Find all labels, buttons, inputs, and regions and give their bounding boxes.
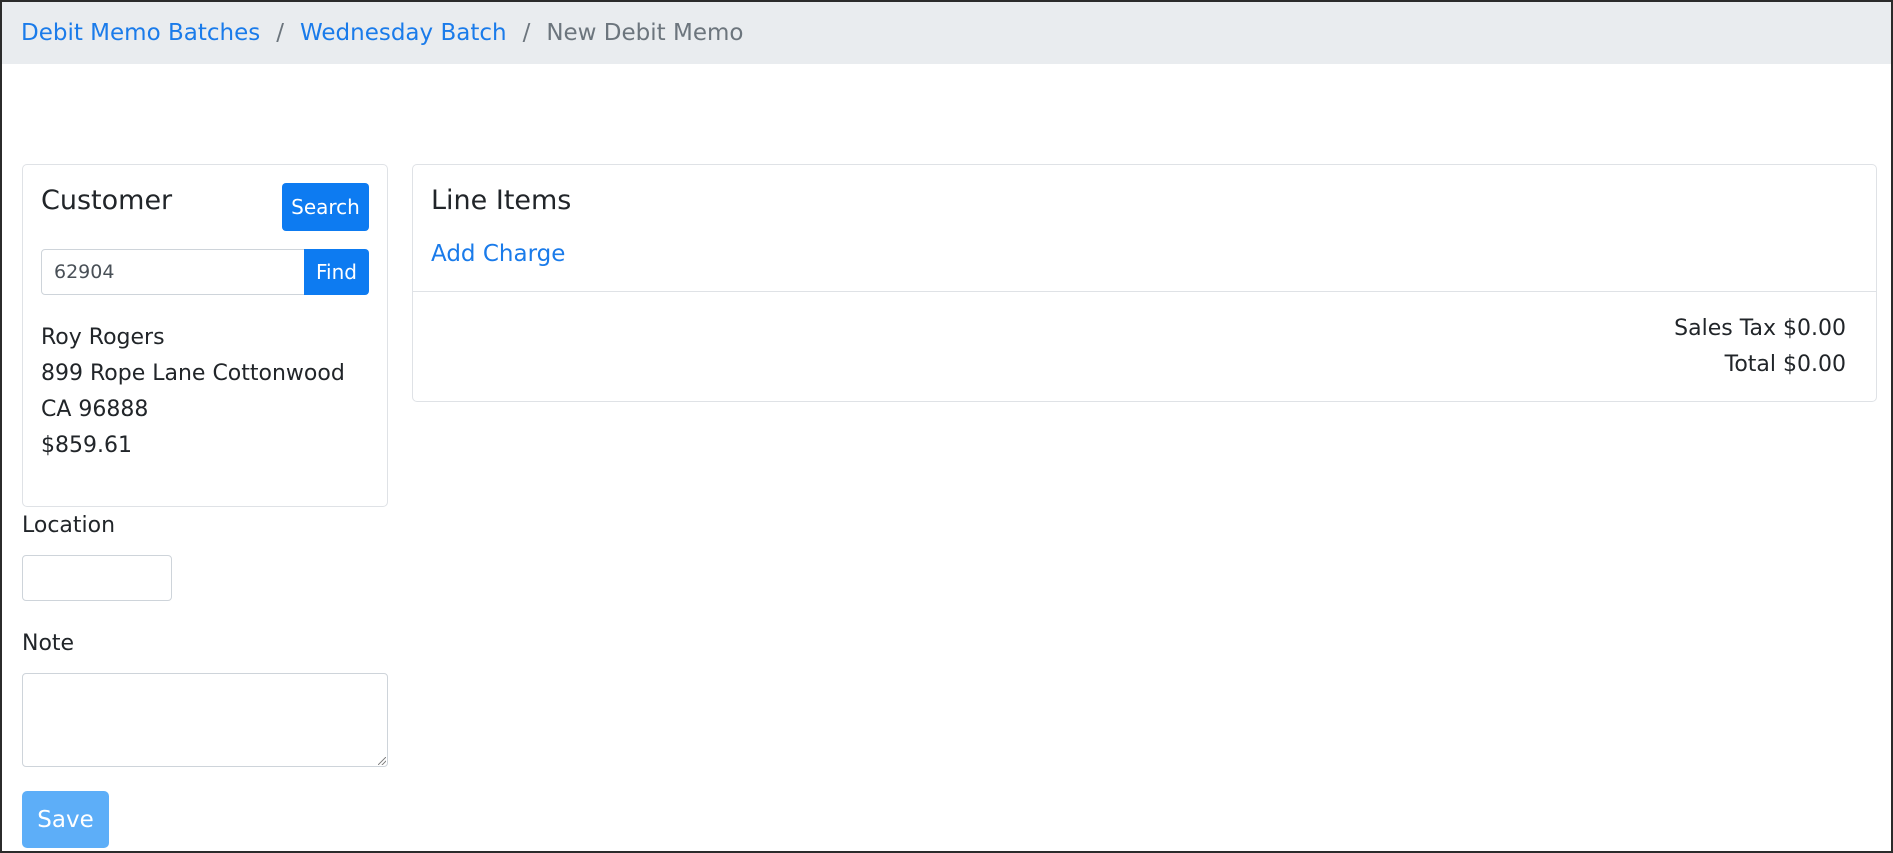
search-button[interactable]: Search [282, 183, 369, 231]
page: Debit Memo Batches / Wednesday Batch / N… [0, 0, 1893, 853]
total: Total $0.00 [1724, 352, 1846, 377]
line-items-card: Line Items Add Charge [412, 164, 1877, 292]
breadcrumb-link-debit-memo-batches[interactable]: Debit Memo Batches [21, 20, 260, 46]
add-charge-link[interactable]: Add Charge [431, 241, 565, 267]
customer-address-line2: CA 96888 [41, 397, 149, 422]
customer-name: Roy Rogers [41, 325, 165, 350]
breadcrumb: Debit Memo Batches / Wednesday Batch / N… [2, 2, 1891, 64]
breadcrumb-link-wednesday-batch[interactable]: Wednesday Batch [300, 20, 507, 46]
resize-grip-icon[interactable] [378, 757, 386, 765]
customer-id-input[interactable] [41, 249, 305, 295]
line-items-title: Line Items [431, 185, 572, 216]
note-label: Note [22, 631, 75, 656]
customer-address-line1: 899 Rope Lane Cottonwood [41, 361, 345, 386]
customer-title: Customer [41, 185, 173, 216]
breadcrumb-separator: / [522, 20, 531, 46]
location-input[interactable] [22, 555, 172, 601]
breadcrumb-separator: / [276, 20, 284, 46]
breadcrumb-current: New Debit Memo [546, 20, 744, 46]
location-label: Location [22, 513, 116, 538]
note-textarea[interactable] [22, 673, 388, 767]
customer-balance: $859.61 [41, 433, 132, 458]
sales-tax: Sales Tax $0.00 [1674, 316, 1846, 341]
totals-card: Sales Tax $0.00 Total $0.00 [412, 291, 1877, 402]
save-button[interactable]: Save [22, 791, 109, 848]
customer-card: Customer Search Find Roy Rogers 899 Rope… [22, 164, 388, 507]
find-button[interactable]: Find [304, 249, 369, 295]
